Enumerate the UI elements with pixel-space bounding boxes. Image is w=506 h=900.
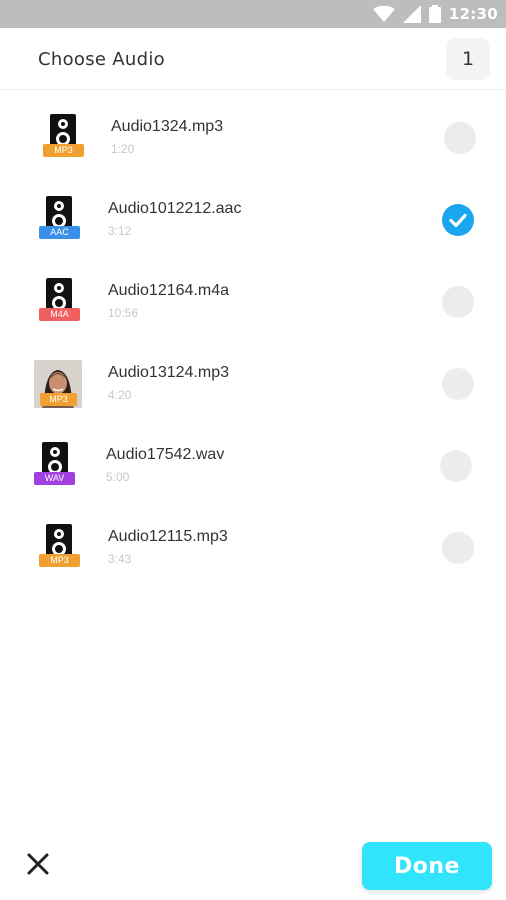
- audio-duration: 5:00: [106, 470, 130, 484]
- audio-title: Audio1324.mp3: [111, 118, 224, 135]
- status-bar: 12:30: [0, 0, 506, 28]
- audio-title: Audio13124.mp3: [108, 364, 229, 381]
- select-radio-checked[interactable]: [442, 204, 474, 236]
- signal-icon: [402, 5, 421, 23]
- wifi-icon: [372, 6, 395, 22]
- audio-thumbnail: MP3: [34, 524, 82, 572]
- close-button[interactable]: [26, 852, 50, 876]
- select-radio[interactable]: [442, 368, 474, 400]
- list-item[interactable]: AAC Audio1012212.aac 3:12: [0, 178, 506, 260]
- select-radio[interactable]: [442, 532, 474, 564]
- select-radio[interactable]: [442, 286, 474, 318]
- audio-duration: 4:20: [108, 388, 132, 402]
- list-item[interactable]: MP3 Audio13124.mp3 4:20: [0, 342, 506, 424]
- audio-thumbnail: WAV: [32, 442, 80, 490]
- page-title: Choose Audio: [38, 49, 165, 70]
- list-item[interactable]: M4A Audio12164.m4a 10:56: [0, 260, 506, 342]
- audio-title: Audio12115.mp3: [108, 528, 228, 545]
- done-button[interactable]: Done: [362, 842, 492, 890]
- select-radio[interactable]: [440, 450, 472, 482]
- checkmark-icon: [449, 213, 467, 228]
- battery-icon: [428, 5, 441, 23]
- audio-title: Audio17542.wav: [106, 446, 225, 463]
- audio-duration: 10:56: [108, 306, 139, 320]
- audio-title: Audio12164.m4a: [108, 282, 229, 299]
- audio-duration: 1:20: [111, 142, 135, 156]
- format-badge: AAC: [39, 226, 80, 239]
- audio-duration: 3:43: [108, 552, 132, 566]
- audio-thumbnail: MP3: [38, 114, 86, 162]
- format-badge: M4A: [39, 308, 80, 321]
- list-item[interactable]: MP3 Audio12115.mp3 3:43: [0, 506, 506, 588]
- format-badge: MP3: [39, 554, 80, 567]
- list-item[interactable]: MP3 Audio1324.mp3 1:20: [0, 96, 506, 178]
- audio-thumbnail: M4A: [34, 278, 82, 326]
- format-badge: MP3: [43, 144, 84, 157]
- header: Choose Audio 1: [0, 28, 506, 90]
- status-icons: 12:30: [372, 0, 498, 28]
- close-icon: [27, 853, 49, 875]
- list-item[interactable]: WAV Audio17542.wav 5:00: [0, 424, 506, 506]
- selected-count-badge: 1: [446, 38, 490, 80]
- select-radio[interactable]: [444, 122, 476, 154]
- audio-thumbnail: MP3: [34, 360, 82, 408]
- audio-thumbnail: AAC: [34, 196, 82, 244]
- format-badge: MP3: [40, 393, 77, 406]
- status-time: 12:30: [448, 5, 498, 23]
- format-badge: WAV: [34, 472, 75, 485]
- audio-duration: 3:12: [108, 224, 132, 238]
- audio-title: Audio1012212.aac: [108, 200, 242, 217]
